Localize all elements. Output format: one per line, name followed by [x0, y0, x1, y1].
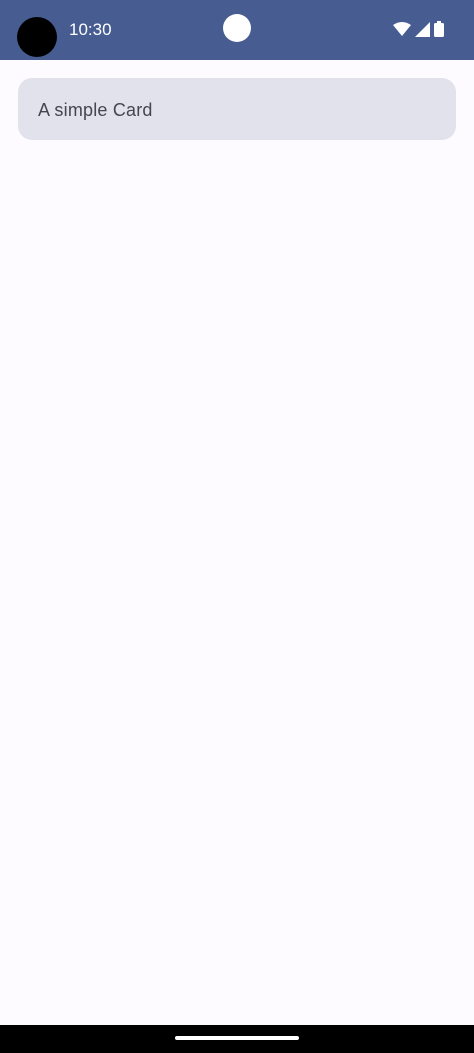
status-bar: 10:30 [0, 0, 474, 60]
home-gesture-handle[interactable] [175, 1036, 299, 1040]
wifi-icon [393, 22, 411, 36]
app-screen: 10:30 A simple Card [0, 0, 474, 1053]
battery-icon [434, 21, 444, 37]
cellular-signal-icon [415, 21, 430, 37]
camera-cutout [17, 17, 57, 57]
navigation-bar [0, 1025, 474, 1053]
status-icons [393, 21, 444, 37]
simple-card[interactable]: A simple Card [18, 78, 456, 140]
front-camera-icon [223, 14, 251, 42]
status-time: 10:30 [69, 20, 112, 39]
card-text: A simple Card [38, 100, 153, 120]
